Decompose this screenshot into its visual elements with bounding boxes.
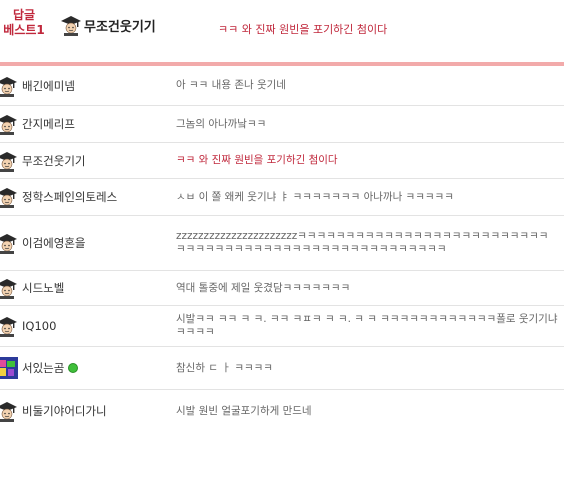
comment-text: 그놈의 아나까낰ㅋㅋ [176, 117, 267, 130]
nickname-label: IQ100 [22, 319, 57, 333]
comment-row: 정학스페인의토레스 ㅅㅂ 이 쫄 왜케 웃기냐 ㅑ ㅋㅋㅋㅋㅋㅋㅋ 아나까나 ㅋ… [0, 179, 564, 216]
nickname-label: 비둘기야어디가니 [22, 404, 107, 418]
hat-avatar-icon [0, 232, 18, 254]
comment-nickname[interactable]: 무조건웃기기 [0, 150, 176, 172]
pixel-avatar-icon [0, 357, 18, 379]
comment-text: 아 ㅋㅋ 내용 존나 웃기네 [176, 79, 286, 91]
best-label-line1: 답글 [12, 8, 36, 22]
comment-row: 서있는곰 참신하 ㄷ ㅏ ㅋㅋㅋㅋ [0, 347, 564, 390]
comment-nickname[interactable]: 배긴에미넴 [0, 75, 176, 97]
best-comment-header: 답글 베스트1 무조건웃기기 ㅋㅋ 와 진짜 원빈을 포기하긴 첨이다 [0, 0, 564, 62]
comment-text: ㅅㅂ 이 쫄 왜케 웃기냐 ㅑ ㅋㅋㅋㅋㅋㅋㅋ 아나까나 ㅋㅋㅋㅋㅋ [176, 190, 454, 203]
comment-row: 이검에영혼을 zzzzzzzzzzzzzzzzzzzzzzㅋㅋㅋㅋㅋㅋㅋㅋㅋㅋㅋ… [0, 216, 564, 271]
hat-avatar-icon [0, 315, 18, 337]
nickname-label: 이검에영혼을 [22, 236, 86, 250]
comment-row: IQ100 시발ㅋㅋ ㅋㅋ ㅋ ㅋ. ㅋㅋ ㅋㅍㅋ ㅋ ㅋ. ㅋ ㅋ ㅋㅋㅋㅋㅋ… [0, 306, 564, 347]
best-comment-text: ㅋㅋ 와 진짜 원빈을 포기하긴 첨이다 [218, 23, 388, 36]
hat-avatar-icon [0, 113, 18, 135]
comment-text: 시발 원빈 얼굴포기하게 만드네 [176, 404, 312, 417]
comment-list: 배긴에미넴 아 ㅋㅋ 내용 존나 웃기네 간지메리프 그놈의 아나까낰ㅋㅋ 무조… [0, 66, 564, 432]
comment-nickname[interactable]: 간지메리프 [0, 113, 176, 135]
comment-nickname[interactable]: 서있는곰 [0, 357, 176, 379]
nickname-label: 배긴에미넴 [22, 78, 75, 93]
comment-row: 비둘기야어디가니 시발 원빈 얼굴포기하게 만드네 [0, 390, 564, 432]
nickname-label: 정학스페인의토레스 [22, 190, 118, 204]
comment-row: 배긴에미넴 아 ㅋㅋ 내용 존나 웃기네 [0, 66, 564, 106]
nickname-label: 간지메리프 [22, 117, 75, 131]
online-bubble-icon [68, 363, 79, 373]
comment-nickname[interactable]: 정학스페인의토레스 [0, 186, 176, 208]
best-badge: 답글 베스트1 [2, 8, 46, 38]
comment-row: 간지메리프 그놈의 아나까낰ㅋㅋ [0, 106, 564, 143]
comment-nickname[interactable]: IQ100 [0, 315, 176, 337]
comment-nickname[interactable]: 비둘기야어디가니 [0, 400, 176, 422]
comment-text: 참신하 ㄷ ㅏ ㅋㅋㅋㅋ [176, 361, 273, 374]
hat-avatar-icon [60, 14, 82, 36]
comment-row: 무조건웃기기 ㅋㅋ 와 진짜 원빈을 포기하긴 첨이다 [0, 143, 564, 179]
hat-avatar-icon [0, 186, 18, 208]
best-label-line2: 베스트1 [3, 23, 45, 37]
comment-text: ㅋㅋ 와 진짜 원빈을 포기하긴 첨이다 [176, 154, 338, 166]
hat-avatar-icon [0, 75, 18, 97]
comment-nickname[interactable]: 시드노벨 [0, 277, 176, 299]
comment-row: 시드노벨 역대 톨중에 제일 웃겼담ㅋㅋㅋㅋㅋㅋㅋ [0, 271, 564, 306]
comment-text: zzzzzzzzzzzzzzzzzzzzzzㅋㅋㅋㅋㅋㅋㅋㅋㅋㅋㅋㅋㅋㅋㅋㅋㅋㅋ… [176, 230, 549, 255]
hat-avatar-icon [0, 400, 18, 422]
nickname-label: 서있는곰 [22, 361, 65, 375]
comment-text: 시발ㅋㅋ ㅋㅋ ㅋ ㅋ. ㅋㅋ ㅋㅍㅋ ㅋ ㅋ. ㅋ ㅋ ㅋㅋㅋㅋㅋㅋㅋㅋㅋㅋㅋ… [176, 313, 558, 338]
comment-nickname[interactable]: 이검에영혼을 [0, 232, 176, 254]
best-nickname[interactable]: 무조건웃기기 [60, 14, 156, 36]
nickname-label: 시드노벨 [22, 281, 65, 295]
best-nickname-label: 무조건웃기기 [84, 19, 156, 35]
hat-avatar-icon [0, 277, 18, 299]
comment-text: 역대 톨중에 제일 웃겼담ㅋㅋㅋㅋㅋㅋㅋ [176, 281, 351, 294]
nickname-label: 무조건웃기기 [22, 153, 86, 168]
hat-avatar-icon [0, 150, 18, 172]
